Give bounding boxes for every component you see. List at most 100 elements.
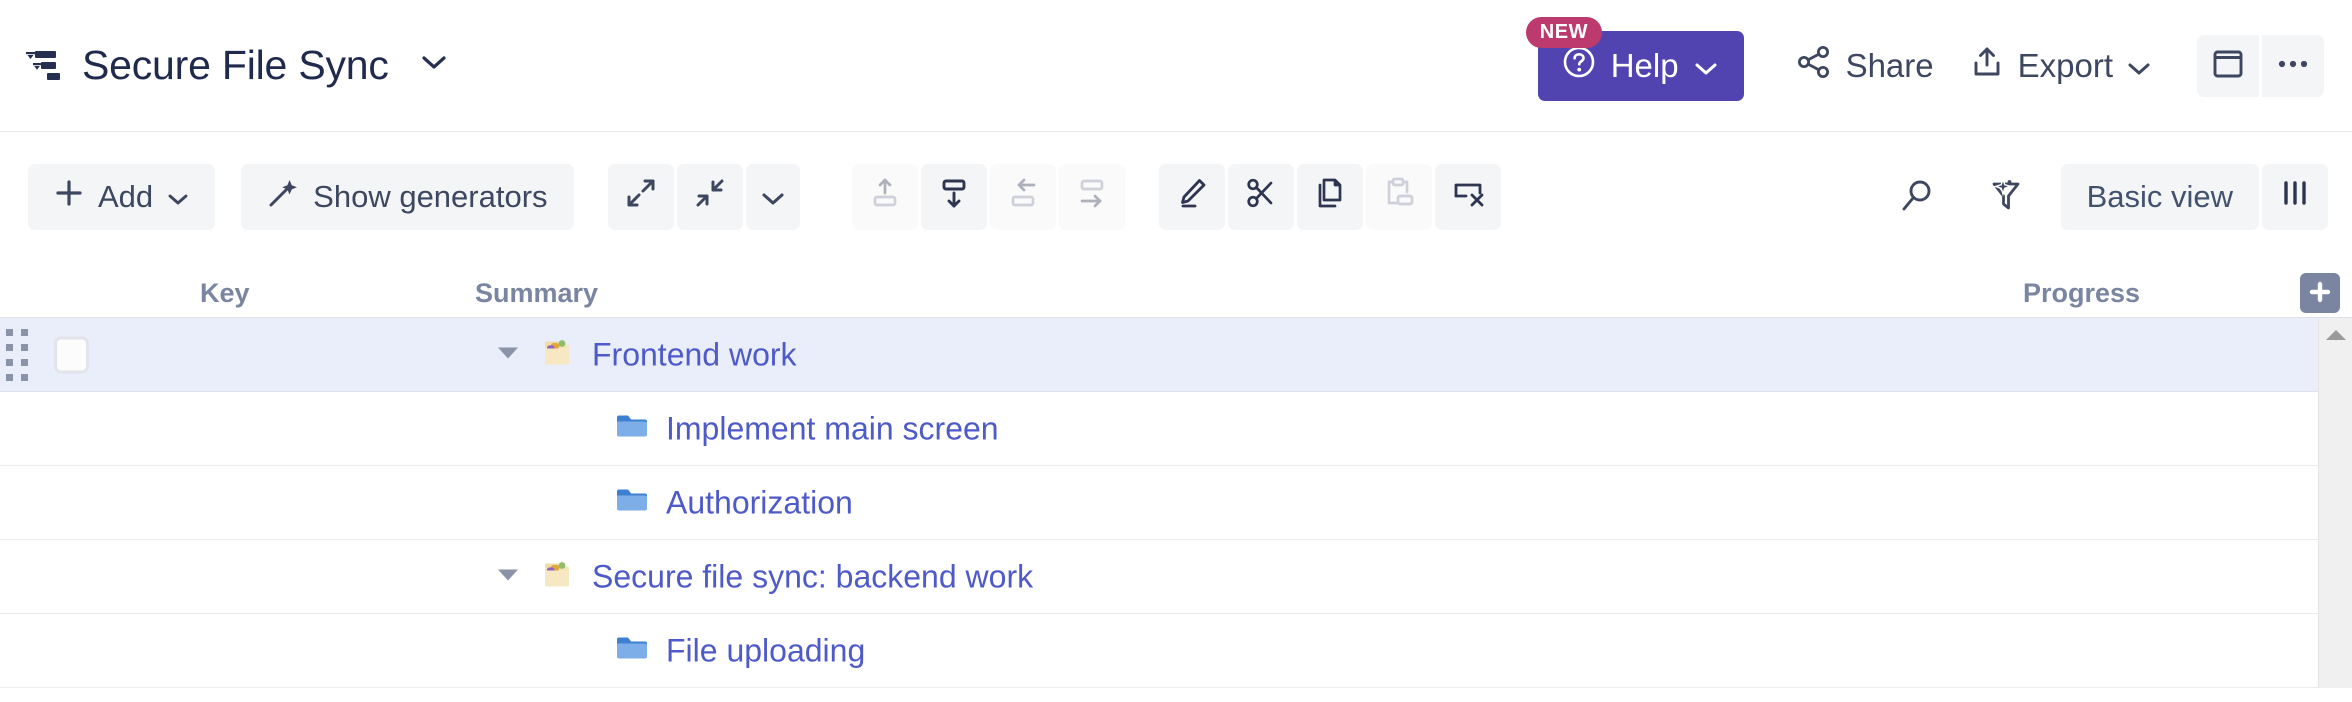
table-row[interactable]: Secure file sync: backend work [0,540,2318,614]
share-button[interactable]: Share [1778,35,1952,97]
cell-summary: Implement main screen [615,410,999,447]
collapse-arrows-icon [693,176,727,218]
pencil-edit-icon [1175,176,1209,218]
paste-button[interactable] [1366,164,1432,230]
panel-window-icon [2212,49,2244,82]
header-icon-group [2197,35,2324,97]
remove-row-x-icon [1451,176,1485,218]
cell-summary: Secure file sync: backend work [495,558,1033,595]
collapse-triangle-icon[interactable] [495,565,521,588]
structure-hierarchy-icon [26,49,64,83]
question-circle-icon [1562,45,1596,87]
copy-documents-icon [1313,176,1347,218]
edit-button[interactable] [1159,164,1225,230]
expand-collapse-group [608,164,800,230]
cell-summary: Frontend work [495,336,797,373]
row-summary-label[interactable]: Implement main screen [666,410,999,447]
ellipsis-icon [2276,58,2310,73]
row-summary-label[interactable]: Frontend work [592,336,797,373]
export-button[interactable]: Export [1952,35,2169,97]
column-header-summary[interactable]: Summary [475,278,598,309]
cut-button[interactable] [1228,164,1294,230]
column-header-progress[interactable]: Progress [2023,278,2140,309]
edit-group [1159,164,1501,230]
row-checkbox[interactable] [54,336,89,373]
indent-right-icon [1075,176,1109,218]
share-nodes-icon [1796,45,1832,87]
move-down-button[interactable] [921,164,987,230]
share-button-label: Share [1846,47,1934,85]
show-generators-label: Show generators [313,179,547,215]
add-column-button[interactable] [2300,273,2340,313]
move-down-icon [937,176,971,218]
expand-all-button[interactable] [608,164,674,230]
collapse-all-button[interactable] [677,164,743,230]
cell-summary: File uploading [615,632,865,669]
export-button-label: Export [2018,47,2113,85]
chevron-down-icon [1694,47,1718,85]
header-actions: NEW Help [1538,31,2324,101]
clipboard-paste-icon [1382,176,1416,218]
grid-rows: Frontend work Implement main screen [0,318,2318,688]
move-up-button[interactable] [852,164,918,230]
search-button[interactable] [1885,164,1951,230]
row-summary-label[interactable]: File uploading [666,632,865,669]
filter-sparkle-icon [1987,177,2025,218]
move-group [852,164,1125,230]
structure-grid: Frontend work Implement main screen [0,318,2352,688]
copy-button[interactable] [1297,164,1363,230]
brand[interactable]: Secure File Sync [26,42,447,89]
expand-arrows-icon [624,176,658,218]
page-title: Secure File Sync [82,42,389,89]
blue-folder-icon [615,411,649,446]
table-row[interactable]: Frontend work [0,318,2318,392]
table-row[interactable]: Implement main screen [0,392,2318,466]
chevron-down-icon [2127,47,2151,85]
chevron-down-icon [167,179,189,215]
main-toolbar: Add Show generators [0,132,2352,262]
magic-wand-icon [267,177,299,217]
add-button[interactable]: Add [28,164,215,230]
export-upload-icon [1970,45,2004,87]
app-header: Secure File Sync NEW Help [0,0,2352,132]
blue-folder-icon [615,485,649,520]
columns-button[interactable] [2262,164,2328,230]
row-summary-label[interactable]: Authorization [666,484,853,521]
add-button-label: Add [98,179,153,215]
outdent-left-icon [1006,176,1040,218]
scissors-cut-icon [1244,176,1278,218]
blue-folder-icon [615,633,649,668]
expand-level-menu-button[interactable] [746,164,800,230]
structure-app-window: Secure File Sync NEW Help [0,0,2352,702]
indent-button[interactable] [1059,164,1125,230]
column-header-key[interactable]: Key [200,278,250,309]
chevron-down-icon [761,179,785,215]
table-row[interactable]: File uploading [0,614,2318,688]
cell-summary: Authorization [615,484,853,521]
drag-handle[interactable] [6,329,28,381]
epic-folder-icon [539,336,575,373]
help-button-label: Help [1611,47,1679,85]
status-badge: NEW [1526,17,1602,48]
panel-toggle-button[interactable] [2197,35,2259,97]
show-generators-button[interactable]: Show generators [241,164,573,230]
outdent-button[interactable] [990,164,1056,230]
filter-button[interactable] [1973,164,2039,230]
row-summary-label[interactable]: Secure file sync: backend work [592,558,1033,595]
view-mode-label: Basic view [2087,179,2233,215]
vertical-scrollbar[interactable] [2318,318,2352,688]
view-mode-button[interactable]: Basic view [2061,164,2259,230]
more-options-button[interactable] [2262,35,2324,97]
table-row[interactable]: Authorization [0,466,2318,540]
collapse-triangle-icon[interactable] [495,343,521,366]
triangle-up-icon[interactable] [2324,328,2348,347]
magnifier-search-icon [1899,177,1937,218]
delete-button[interactable] [1435,164,1501,230]
table-header-row: Key Summary Progress [0,262,2352,318]
view-group: Basic view [2061,164,2328,230]
plus-square-icon [2307,279,2333,308]
help-button-wrapper: NEW Help [1538,31,1744,101]
columns-icon [2280,178,2310,216]
epic-folder-icon [539,558,575,595]
chevron-down-icon[interactable] [421,55,447,76]
